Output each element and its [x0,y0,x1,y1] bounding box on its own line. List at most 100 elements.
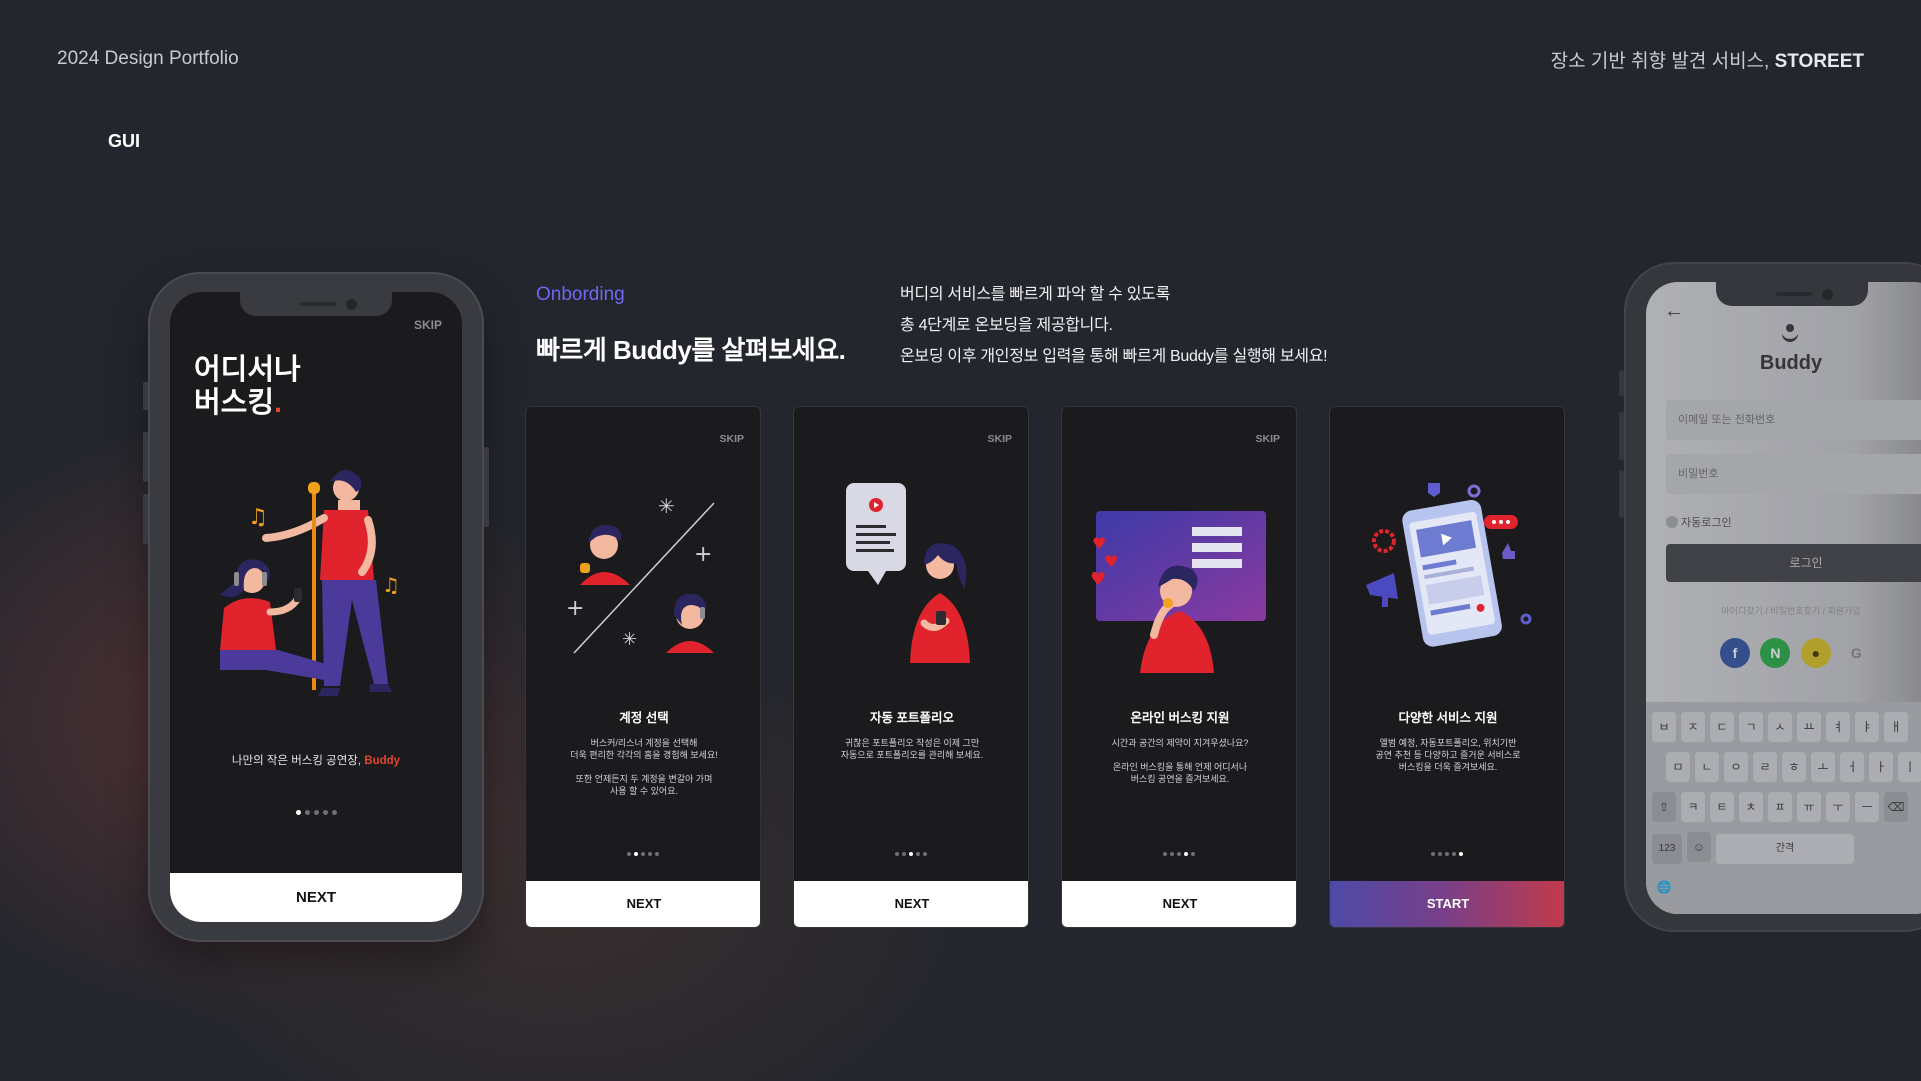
onboarding-title: 빠르게 Buddy를 살펴보세요. [536,335,846,365]
key[interactable]: ㅋ [1681,792,1705,822]
auto-portfolio-illustration [846,483,970,663]
keyboard-row-3: ⇧ ㅋㅌㅊㅍㅠㅜㅡ ⌫ [1652,792,1913,822]
various-services-illustration [1366,483,1532,647]
svg-text:♫: ♫ [382,573,400,597]
online-busking-illustration: ♥ ♥ ♥ [1090,511,1266,673]
key[interactable]: ㅡ [1855,792,1879,822]
space-key[interactable]: 간격 [1716,834,1854,864]
key[interactable]: ㅂ [1652,712,1676,742]
description-line: 총 4단계로 온보딩을 제공합니다. [900,317,1113,334]
page-dot [648,852,652,856]
globe-icon[interactable]: 🌐 [1652,872,1676,902]
card-description: 귀찮은 포트폴리오 작성은 이제 그만 자동으로 포트폴리오를 관리해 보세요. [840,738,984,760]
svg-text:♥: ♥ [1090,569,1106,590]
card-title: 자동 포트폴리오 [870,711,954,725]
skip-button[interactable]: SKIP [719,433,744,445]
svg-text:✳: ✳ [658,494,675,518]
svg-text:+: + [566,596,584,621]
key[interactable]: ㅐ [1884,712,1908,742]
card-description: 버스커/리스너 계정을 선택해 더욱 편리한 각각의 홈을 경험해 보세요! 또… [570,738,718,796]
volume-down-button [143,494,148,544]
key[interactable]: ㅊ [1739,792,1763,822]
key[interactable]: ㅍ [1768,792,1792,822]
backspace-key[interactable]: ⌫ [1884,792,1908,822]
next-button[interactable]: NEXT [170,873,462,922]
account-links[interactable]: 아이디찾기 / 비밀번호찾기 / 회원가입 [1646,604,1921,617]
email-input[interactable]: 이메일 또는 전화번호 [1666,400,1921,440]
key[interactable]: ㄱ [1739,712,1763,742]
key[interactable]: ㄷ [1710,712,1734,742]
keyboard-row-5: 🌐 [1652,872,1681,902]
svg-text:+: + [694,542,712,567]
volume-up-button [1619,412,1624,460]
keyboard-row-4: 123 ☺ 간격 [1652,832,1859,864]
key[interactable]: ㅈ [1681,712,1705,742]
key[interactable]: ㅕ [1826,712,1850,742]
svg-text:✳: ✳ [622,629,637,650]
onboarding-description: 버디의 서비스를 빠르게 파악 할 수 있도록 총 4단계로 온보딩을 제공합니… [900,279,1328,372]
phone-notch [240,292,392,316]
auto-login-checkbox[interactable]: 자동로그인 [1666,514,1732,530]
key[interactable]: ㅅ [1768,712,1792,742]
description-line: 버디의 서비스를 빠르게 파악 할 수 있도록 [900,286,1171,303]
card-title: 온라인 버스킹 지원 [1130,711,1230,725]
kakao-login-icon[interactable]: ● [1800,638,1831,668]
page-dot [304,810,310,815]
key[interactable]: ㄴ [1695,752,1719,782]
buddy-logo-icon [1782,324,1798,342]
key[interactable]: ㅑ [1855,712,1879,742]
key[interactable]: ㅁ [1666,752,1690,782]
skip-button[interactable]: SKIP [987,433,1012,445]
password-input[interactable]: 비밀번호 [1666,454,1921,494]
google-login-icon[interactable]: G [1841,638,1871,668]
page-indicator [794,843,1028,861]
page-dot [627,852,631,856]
start-button[interactable]: START [1330,881,1564,927]
social-login-row: f N ● G [1720,638,1877,668]
facebook-login-icon[interactable]: f [1720,638,1750,668]
page-dot [331,810,337,815]
emoji-key[interactable]: ☺ [1687,832,1711,862]
mute-switch [143,382,148,410]
skip-button[interactable]: SKIP [414,318,442,332]
portfolio-label: 2024 Design Portfolio [57,48,239,69]
page-indicator [1330,843,1564,861]
main-phone-mockup: SKIP 어디서나 버스킹. ♫ ♫ 나만의 작은 버스킹 공연장, Buddy… [143,272,489,942]
key[interactable]: ㅗ [1811,752,1835,782]
page-dot [923,852,927,856]
onboarding-card-portfolio: SKIP 자동 포트폴리오 귀찮은 포트폴리오 작성은 이제 그만 자동으로 포… [793,406,1029,928]
service-title: 장소 기반 취향 발견 서비스, STOREET [1551,46,1864,73]
page-dot [313,810,319,815]
key[interactable]: ㅜ [1826,792,1850,822]
buddy-logo-text: Buddy [1759,352,1823,374]
service-title-prefix: 장소 기반 취향 발견 서비스, [1550,51,1775,72]
next-button[interactable]: NEXT [794,881,1028,927]
key[interactable]: ㅠ [1797,792,1821,822]
page-dot [641,852,645,856]
key[interactable]: ㅎ [1782,752,1806,782]
naver-login-icon[interactable]: N [1760,638,1791,668]
key[interactable]: ㅇ [1724,752,1748,782]
skip-button[interactable]: SKIP [1255,433,1280,445]
key[interactable]: ㄹ [1753,752,1777,782]
next-button[interactable]: NEXT [1062,881,1296,927]
korean-keyboard: ㅂㅈㄷㄱㅅㅛㅕㅑㅐ ㅁㄴㅇㄹㅎㅗㅓㅏㅣ ⇧ ㅋㅌㅊㅍㅠㅜㅡ ⌫ 123 ☺ 간격 🌐 [1646,702,1921,914]
keyboard-row-2: ㅁㄴㅇㄹㅎㅗㅓㅏㅣ [1666,752,1921,782]
page-dot [655,852,659,856]
main-phone-caption: 나만의 작은 버스킹 공연장, Buddy [231,755,401,767]
service-brand: STOREET [1774,51,1864,72]
shift-key[interactable]: ⇧ [1652,792,1676,822]
key[interactable]: ㅓ [1840,752,1864,782]
login-button[interactable]: 로그인 [1666,544,1921,582]
back-arrow-icon[interactable]: ← [1664,300,1684,323]
number-key[interactable]: 123 [1652,834,1682,864]
key[interactable]: ㅌ [1710,792,1734,822]
description-line: 온보딩 이후 개인정보 입력을 통해 빠르게 Buddy를 실행해 보세요! [900,348,1328,365]
volume-down-button [1619,470,1624,518]
key[interactable]: ㅏ [1869,752,1893,782]
key[interactable]: ㅛ [1797,712,1821,742]
page-indicator [170,802,462,820]
page-dot [1452,852,1456,856]
next-button[interactable]: NEXT [526,881,760,927]
key[interactable]: ㅣ [1898,752,1921,782]
